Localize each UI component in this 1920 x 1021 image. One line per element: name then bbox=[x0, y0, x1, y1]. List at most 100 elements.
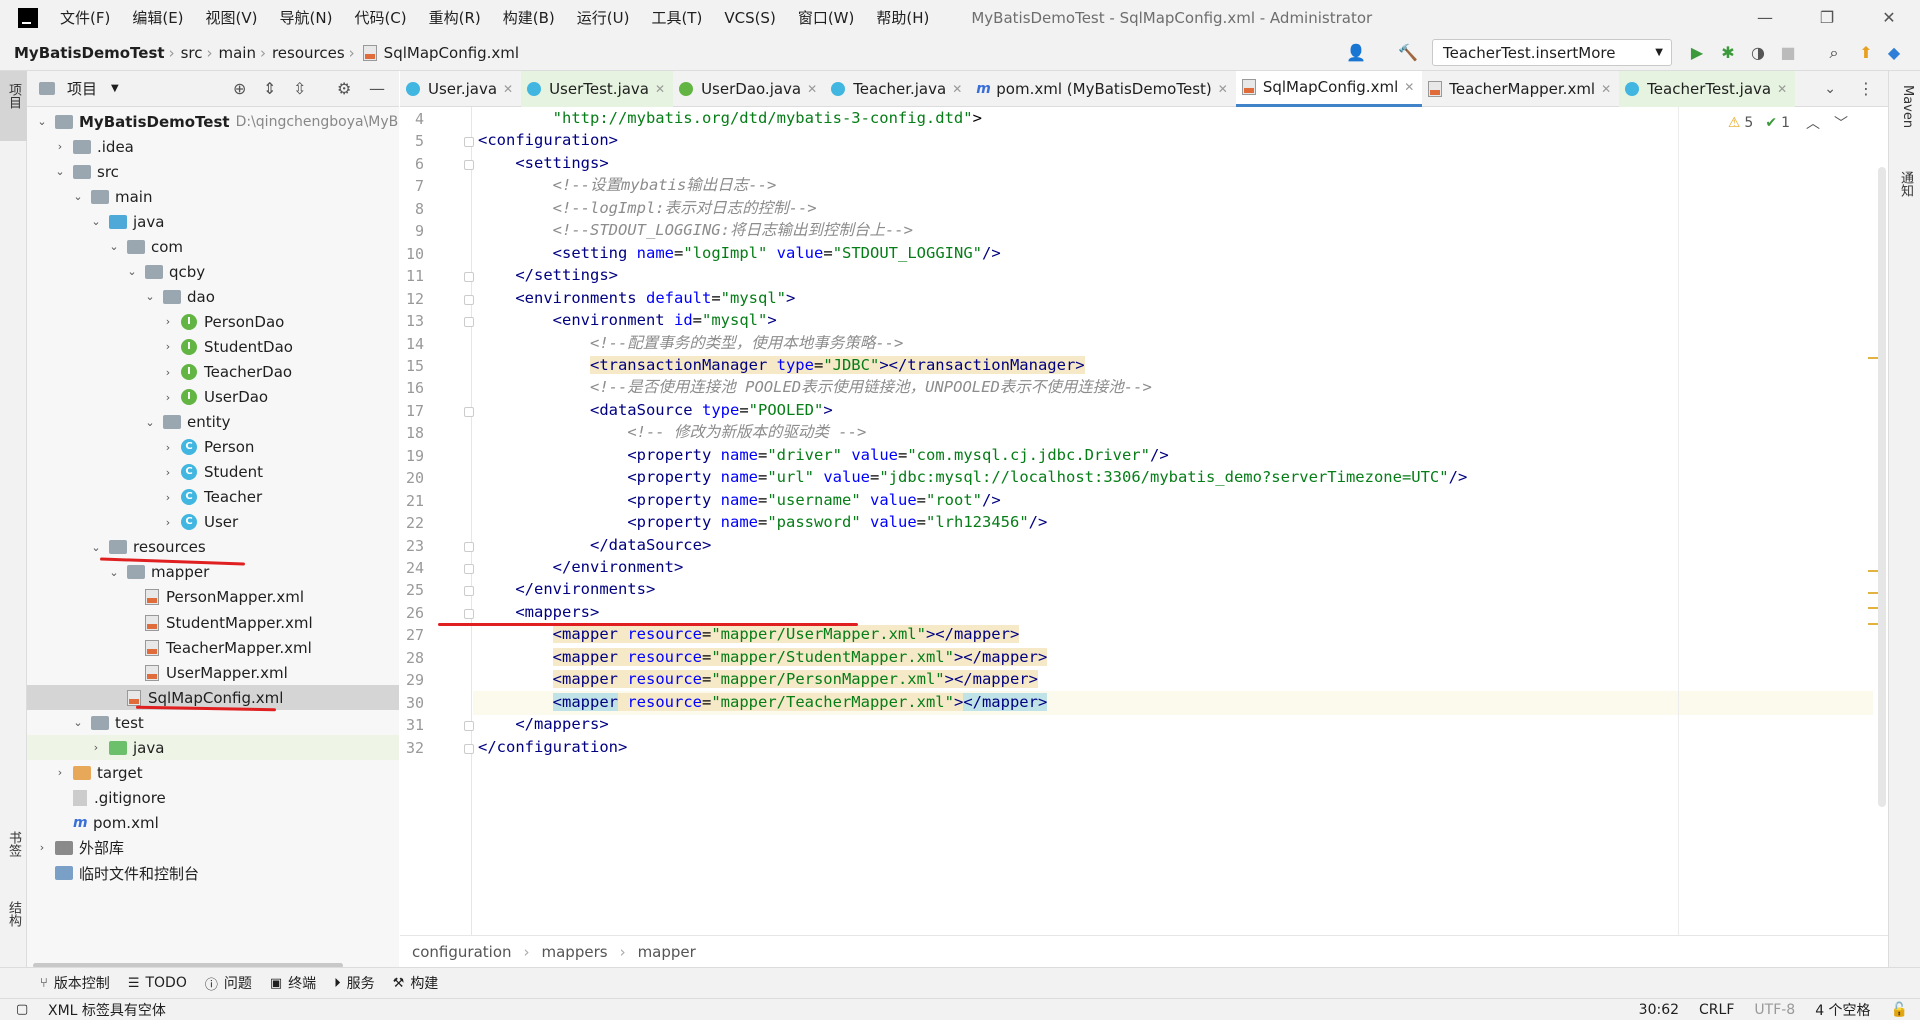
lock-icon[interactable]: 🔓 bbox=[1891, 1002, 1908, 1018]
chevron-down-icon[interactable]: ⌄ bbox=[71, 190, 85, 203]
menu-refactor[interactable]: 重构(R) bbox=[429, 7, 481, 28]
menu-tools[interactable]: 工具(T) bbox=[651, 7, 702, 28]
close-tab-icon[interactable]: ✕ bbox=[1777, 82, 1787, 96]
code-line[interactable]: <environment id="mysql"> bbox=[478, 308, 777, 332]
chevron-down-icon[interactable]: ⌄ bbox=[143, 416, 157, 429]
code-line[interactable]: <dataSource type="POOLED"> bbox=[478, 398, 833, 422]
menu-vcs[interactable]: VCS(S) bbox=[724, 9, 775, 27]
toolwindow-build[interactable]: ⚒ 构建 bbox=[393, 973, 439, 993]
search-icon[interactable]: ⌕ bbox=[1824, 43, 1844, 63]
chevron-down-icon[interactable]: ⌄ bbox=[107, 566, 121, 579]
tree-item[interactable]: › .idea bbox=[27, 134, 399, 159]
tree-item[interactable]: › java bbox=[27, 735, 399, 761]
tree-item[interactable]: › C Person bbox=[27, 435, 399, 460]
chevron-down-icon[interactable]: ﹀ bbox=[1834, 113, 1848, 133]
close-tab-icon[interactable]: ✕ bbox=[655, 82, 665, 96]
build-hammer-icon[interactable]: 🔨 bbox=[1398, 43, 1418, 63]
user-profile-icon[interactable]: 👤 bbox=[1346, 43, 1366, 63]
code-line[interactable]: </settings> bbox=[478, 263, 618, 287]
code-line[interactable]: <!-- 修改为新版本的驱动类 --> bbox=[478, 420, 866, 444]
tree-item[interactable]: PersonMapper.xml bbox=[27, 585, 399, 610]
fold-marker-icon[interactable] bbox=[464, 743, 474, 754]
toolwindow-todo[interactable]: ☰ TODO bbox=[128, 975, 187, 991]
fold-marker-icon[interactable] bbox=[464, 406, 474, 417]
tree-item[interactable]: ⌄ resources bbox=[27, 535, 399, 560]
chevron-up-icon[interactable]: ︿ bbox=[1806, 113, 1820, 133]
menu-navigate[interactable]: 导航(N) bbox=[280, 7, 333, 28]
chevron-down-icon[interactable]: ⌄ bbox=[143, 290, 157, 303]
code-line[interactable]: <property name="driver" value="com.mysql… bbox=[478, 443, 1168, 467]
fold-marker-icon[interactable] bbox=[464, 608, 474, 619]
fold-marker-icon[interactable] bbox=[464, 137, 474, 148]
run-configuration-select[interactable]: TeacherTest.insertMore ▼ bbox=[1432, 39, 1672, 66]
tree-item[interactable]: ⌄ src bbox=[27, 159, 399, 184]
line-separator[interactable]: CRLF bbox=[1699, 1002, 1734, 1018]
project-panel-title[interactable]: 项目 bbox=[67, 78, 97, 99]
breadcrumb-file[interactable]: SqlMapConfig.xml bbox=[384, 44, 519, 62]
editor-tab[interactable]: UserDao.java ✕ bbox=[673, 71, 825, 107]
toolwindow-vcs[interactable]: ⑂ 版本控制 bbox=[40, 973, 110, 993]
code-line[interactable]: </configuration> bbox=[478, 735, 627, 759]
chevron-down-icon[interactable]: ⌄ bbox=[107, 240, 121, 253]
tree-item[interactable]: StudentMapper.xml bbox=[27, 610, 399, 635]
stop-icon[interactable]: ■ bbox=[1778, 43, 1798, 63]
close-tab-icon[interactable]: ✕ bbox=[503, 82, 513, 96]
fold-marker-icon[interactable] bbox=[464, 317, 474, 328]
code-line[interactable]: <!--logImpl:表示对日志的控制--> bbox=[478, 196, 817, 220]
menu-window[interactable]: 窗口(W) bbox=[798, 7, 855, 28]
tree-item[interactable]: m pom.xml bbox=[27, 810, 399, 835]
tree-item[interactable]: ⌄ com bbox=[27, 234, 399, 259]
collapse-all-icon[interactable]: ⇳ bbox=[293, 79, 306, 98]
tree-item[interactable]: ⌄ java bbox=[27, 209, 399, 234]
menu-build[interactable]: 构建(B) bbox=[503, 7, 555, 28]
tree-item[interactable]: ⌄ qcby bbox=[27, 259, 399, 284]
tree-item[interactable]: › I PersonDao bbox=[27, 309, 399, 334]
tree-item[interactable]: ⌄ dao bbox=[27, 284, 399, 309]
menu-file[interactable]: 文件(F) bbox=[60, 7, 110, 28]
code-line[interactable]: <setting name="logImpl" value="STDOUT_LO… bbox=[478, 241, 1001, 265]
gear-icon[interactable]: ⚙ bbox=[337, 79, 351, 98]
editor-tab[interactable]: SqlMapConfig.xml ✕ bbox=[1235, 70, 1423, 107]
file-encoding[interactable]: UTF-8 bbox=[1754, 1002, 1795, 1018]
menu-code[interactable]: 代码(C) bbox=[354, 7, 406, 28]
code-crumb-mappers[interactable]: mappers bbox=[542, 943, 608, 961]
toolwindow-services[interactable]: ⏵ 服务 bbox=[334, 973, 375, 993]
update-icon[interactable]: ⬆ bbox=[1856, 43, 1876, 63]
code-line[interactable]: "http://mybatis.org/dtd/mybatis-3-config… bbox=[478, 107, 982, 130]
tree-item[interactable]: › 外部库 bbox=[27, 835, 399, 860]
more-actions-icon[interactable]: ⋮ bbox=[1858, 79, 1874, 98]
fold-marker-icon[interactable] bbox=[464, 721, 474, 732]
code-line[interactable]: <property name="username" value="root"/> bbox=[478, 488, 1000, 512]
code-editor[interactable]: 4 5 6 7 8 9 10 11 12 13 14 15 16 17 18 19 20 21 22 23 24 25 26… bbox=[400, 107, 1888, 935]
code-line[interactable]: <!--设置mybatis输出日志--> bbox=[478, 173, 777, 197]
code-line[interactable]: </environment> bbox=[478, 555, 684, 579]
indent-setting[interactable]: 4 个空格 bbox=[1815, 1000, 1870, 1020]
tree-item[interactable]: ⌄ test bbox=[27, 710, 399, 735]
code-line[interactable]: <!--STDOUT_LOGGING:将日志输出到控制台上--> bbox=[478, 218, 913, 242]
close-tab-icon[interactable]: ✕ bbox=[807, 82, 817, 96]
run-icon[interactable]: ▶ bbox=[1687, 43, 1707, 63]
chevron-down-icon[interactable]: ⌄ bbox=[71, 716, 85, 729]
code-line[interactable]: <transactionManager type="JDBC"></transa… bbox=[478, 353, 1085, 377]
project-stripe-button[interactable]: 项目 bbox=[0, 71, 27, 141]
close-icon[interactable]: ✕ bbox=[1858, 0, 1920, 35]
caret-position[interactable]: 30:62 bbox=[1639, 1002, 1679, 1018]
tree-item[interactable]: ⌄ main bbox=[27, 184, 399, 209]
close-tab-icon[interactable]: ✕ bbox=[1404, 80, 1414, 94]
menu-run[interactable]: 运行(U) bbox=[577, 7, 630, 28]
fold-marker-icon[interactable] bbox=[464, 541, 474, 552]
code-crumb-mapper[interactable]: mapper bbox=[638, 943, 696, 961]
tree-item[interactable]: › C Teacher bbox=[27, 485, 399, 510]
chevron-right-icon[interactable]: › bbox=[35, 841, 49, 854]
code-line[interactable]: <mappers> bbox=[478, 600, 599, 624]
chevron-down-icon[interactable]: ⌄ bbox=[125, 265, 139, 278]
tab-list-chevron-icon[interactable]: ⌄ bbox=[1824, 81, 1836, 97]
panel-toggle-icon[interactable]: ▢ bbox=[16, 1002, 28, 1017]
close-tab-icon[interactable]: ✕ bbox=[1218, 82, 1228, 96]
restore-icon[interactable]: ❐ bbox=[1796, 0, 1858, 35]
tree-item[interactable]: › I UserDao bbox=[27, 385, 399, 410]
minimize-icon[interactable]: — bbox=[1734, 0, 1796, 35]
hide-panel-icon[interactable]: — bbox=[369, 79, 385, 98]
code-line[interactable]: <property name="url" value="jdbc:mysql:/… bbox=[478, 465, 1467, 489]
tree-item[interactable]: ⌄ MyBatisDemoTest D:\qingchengboya\MyB bbox=[27, 109, 399, 134]
